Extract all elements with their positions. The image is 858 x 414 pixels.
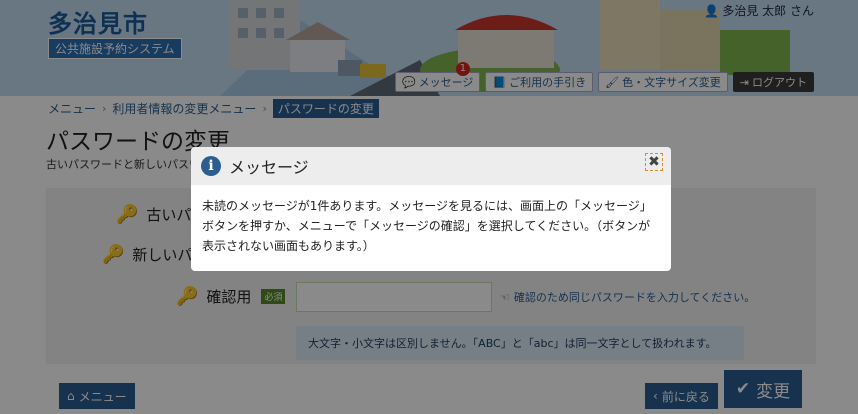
close-icon[interactable]: ✖ [645, 153, 663, 171]
dialog-title: メッセージ [229, 158, 309, 177]
info-icon: i [201, 156, 221, 176]
dialog-body: 未読のメッセージが1件あります。メッセージを見るには、画面上の「メッセージ」ボタ… [202, 199, 652, 253]
message-dialog: i メッセージ ✖ 未読のメッセージが1件あります。メッセージを見るには、画面上… [191, 147, 671, 271]
dialog-header: i メッセージ [191, 147, 671, 185]
